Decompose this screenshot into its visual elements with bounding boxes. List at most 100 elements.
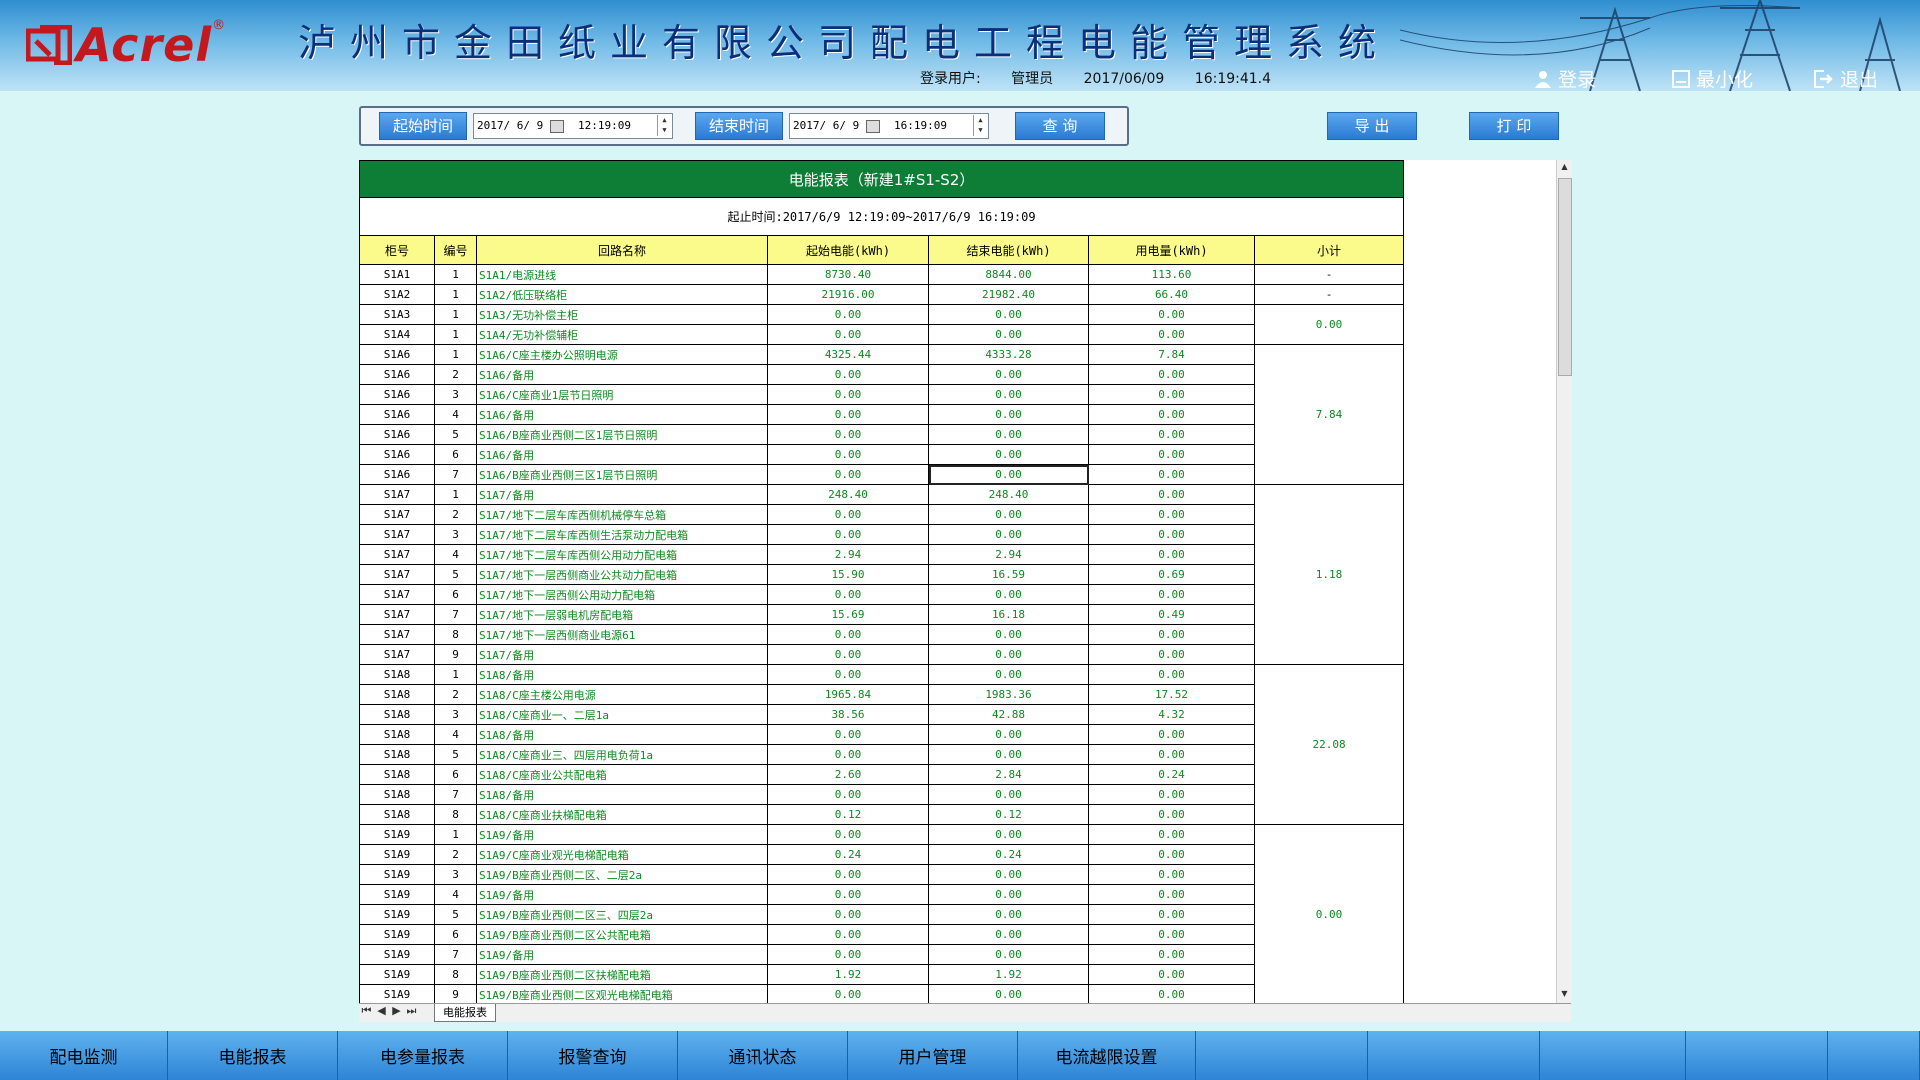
start-time-spinner[interactable]: ▲ ▼ bbox=[657, 115, 671, 136]
cabinet-id-cell: S1A7 bbox=[359, 504, 435, 525]
bottom-nav-item[interactable] bbox=[1540, 1031, 1686, 1080]
start-time-button[interactable]: 起始时间 bbox=[379, 112, 467, 140]
end-time-spinner[interactable]: ▲ ▼ bbox=[973, 115, 987, 136]
consumption-cell: 0.00 bbox=[1088, 804, 1255, 825]
table-row: S1A8 4 S1A8/备用 0.00 0.00 0.00 bbox=[359, 724, 1404, 745]
current-time: 16:19:41.4 bbox=[1194, 71, 1272, 87]
subtotal-cell: - bbox=[1253, 284, 1405, 305]
bottom-nav-item[interactable]: 电参量报表 bbox=[338, 1031, 508, 1080]
circuit-name-cell: S1A2/低压联络柜 bbox=[476, 284, 768, 305]
column-header: 回路名称 bbox=[476, 235, 768, 265]
circuit-name-cell: S1A7/地下一层西侧商业公共动力配电箱 bbox=[476, 564, 768, 585]
consumption-cell: 0.00 bbox=[1088, 644, 1255, 665]
consumption-cell: 0.00 bbox=[1088, 384, 1255, 405]
circuit-no-cell: 1 bbox=[434, 824, 477, 845]
circuit-name-cell: S1A7/备用 bbox=[476, 484, 768, 505]
scrollbar-thumb[interactable] bbox=[1558, 178, 1572, 376]
bottom-nav-item[interactable]: 用户管理 bbox=[848, 1031, 1018, 1080]
start-energy-cell: 248.40 bbox=[767, 484, 929, 505]
cabinet-id-cell: S1A9 bbox=[359, 964, 435, 985]
consumption-cell: 0.00 bbox=[1088, 984, 1255, 1003]
circuit-name-cell: S1A9/B座商业西侧二区观光电梯配电箱 bbox=[476, 984, 768, 1003]
consumption-cell: 0.00 bbox=[1088, 504, 1255, 525]
scroll-down-icon[interactable]: ▼ bbox=[1557, 989, 1572, 1001]
login-button[interactable]: 登录 bbox=[1534, 65, 1596, 91]
table-row: S1A7 9 S1A7/备用 0.00 0.00 0.00 bbox=[359, 644, 1404, 665]
circuit-no-cell: 7 bbox=[434, 464, 477, 485]
bottom-nav-item[interactable]: 电流越限设置 bbox=[1018, 1031, 1196, 1080]
report-header-row: 柜号 编号 回路名称 起始电能(kWh) 结束电能(kWh) 用电量(kWh) 小计 bbox=[359, 235, 1405, 265]
consumption-cell: 0.00 bbox=[1088, 544, 1255, 565]
minimize-icon bbox=[1672, 69, 1690, 88]
circuit-no-cell: 6 bbox=[434, 924, 477, 945]
app-header: Acrel ® 泸州市金田纸业有限公司配电工程电能管理系统 登录用户: 管理员 … bbox=[0, 0, 1920, 91]
table-row: S1A6 4 S1A6/备用 0.00 0.00 0.00 bbox=[359, 404, 1404, 425]
vertical-scrollbar[interactable]: ▲ ▼ bbox=[1556, 160, 1572, 1003]
table-row: S1A8 6 S1A8/C座商业公共配电箱 2.60 2.84 0.24 bbox=[359, 764, 1404, 785]
next-sheet-icon[interactable]: ▶ bbox=[389, 1004, 404, 1017]
start-energy-cell: 0.00 bbox=[767, 824, 929, 845]
system-title: 泸州市金田纸业有限公司配电工程电能管理系统 bbox=[298, 21, 1391, 65]
circuit-name-cell: S1A7/地下一层弱电机房配电箱 bbox=[476, 604, 768, 625]
prev-sheet-icon[interactable]: ◀ bbox=[374, 1004, 389, 1017]
end-datetime-field[interactable]: 2017/ 6/ 9 16:19:09 ▲ ▼ bbox=[789, 113, 989, 139]
circuit-no-cell: 9 bbox=[434, 644, 477, 665]
circuit-no-cell: 3 bbox=[434, 524, 477, 545]
table-row: S1A7 8 S1A7/地下一层西侧商业电源61 0.00 0.00 0.00 bbox=[359, 624, 1404, 645]
table-row: S1A9 6 S1A9/B座商业西侧二区公共配电箱 0.00 0.00 0.00 bbox=[359, 924, 1404, 945]
table-row: S1A3 1 S1A3/无功补偿主柜 0.00 0.00 0.00 0.00 bbox=[359, 304, 1405, 345]
consumption-cell: 0.00 bbox=[1088, 524, 1255, 545]
circuit-no-cell: 4 bbox=[434, 404, 477, 425]
start-energy-cell: 4325.44 bbox=[767, 344, 929, 365]
table-row: S1A8 8 S1A8/C座商业扶梯配电箱 0.12 0.12 0.00 bbox=[359, 804, 1404, 825]
bottom-nav-item[interactable] bbox=[1196, 1031, 1368, 1080]
minimize-button[interactable]: 最小化 bbox=[1672, 65, 1753, 91]
exit-button[interactable]: 退出 bbox=[1814, 65, 1878, 91]
circuit-name-cell: S1A9/C座商业观光电梯配电箱 bbox=[476, 844, 768, 865]
cabinet-id-cell: S1A6 bbox=[359, 464, 435, 485]
circuit-name-cell: S1A1/电源进线 bbox=[476, 264, 768, 285]
end-time-button[interactable]: 结束时间 bbox=[695, 112, 783, 140]
first-sheet-icon[interactable]: ⏮ bbox=[359, 1004, 374, 1018]
bottom-nav-item[interactable] bbox=[1828, 1031, 1920, 1080]
brand-name: Acrel bbox=[76, 18, 213, 72]
cabinet-id-cell: S1A9 bbox=[359, 904, 435, 925]
sheet-tab-energy-report[interactable]: 电能报表 bbox=[434, 1004, 496, 1022]
bottom-nav-item[interactable]: 配电监测 bbox=[0, 1031, 168, 1080]
table-row: S1A7 1 S1A7/备用 248.40 248.40 0.00 1.18 bbox=[359, 484, 1405, 665]
calendar-dropdown-icon[interactable] bbox=[550, 120, 564, 133]
bottom-nav-item[interactable]: 电能报表 bbox=[168, 1031, 338, 1080]
bottom-nav-item[interactable]: 报警查询 bbox=[508, 1031, 678, 1080]
consumption-cell: 0.00 bbox=[1088, 464, 1255, 485]
start-energy-cell: 0.00 bbox=[767, 744, 929, 765]
query-button[interactable]: 查 询 bbox=[1015, 112, 1105, 140]
cabinet-id-cell: S1A8 bbox=[359, 684, 435, 705]
report-viewport[interactable]: 电能报表（新建1#S1-S2） 起止时间:2017/6/9 12:19:09~20… bbox=[359, 160, 1569, 1003]
end-energy-cell: 248.40 bbox=[928, 484, 1089, 505]
circuit-no-cell: 4 bbox=[434, 884, 477, 905]
end-energy-cell: 0.00 bbox=[928, 384, 1089, 405]
calendar-dropdown-icon[interactable] bbox=[866, 120, 880, 133]
bottom-nav-item[interactable]: 通讯状态 bbox=[678, 1031, 848, 1080]
circuit-name-cell: S1A6/C座商业1层节日照明 bbox=[476, 384, 768, 405]
cabinet-id-cell: S1A7 bbox=[359, 644, 435, 665]
start-energy-cell: 2.94 bbox=[767, 544, 929, 565]
cabinet-id-cell: S1A8 bbox=[359, 704, 435, 725]
consumption-cell: 66.40 bbox=[1088, 284, 1255, 305]
last-sheet-icon[interactable]: ⏭ bbox=[404, 1004, 419, 1018]
column-header: 用电量(kWh) bbox=[1088, 235, 1255, 265]
scroll-up-icon[interactable]: ▲ bbox=[1557, 162, 1572, 174]
start-datetime-field[interactable]: 2017/ 6/ 9 12:19:09 ▲ ▼ bbox=[473, 113, 673, 139]
cabinet-id-cell: S1A8 bbox=[359, 784, 435, 805]
circuit-no-cell: 7 bbox=[434, 944, 477, 965]
bottom-nav-item[interactable] bbox=[1686, 1031, 1828, 1080]
export-button[interactable]: 导 出 bbox=[1327, 112, 1417, 140]
end-energy-cell: 0.00 bbox=[928, 884, 1089, 905]
report-time-range: 起止时间:2017/6/9 12:19:09~2017/6/9 16:19:09 bbox=[359, 197, 1405, 236]
end-energy-cell: 1983.36 bbox=[928, 684, 1089, 705]
print-button[interactable]: 打 印 bbox=[1469, 112, 1559, 140]
start-energy-cell: 1965.84 bbox=[767, 684, 929, 705]
subtotal-cell: 7.84 bbox=[1253, 344, 1405, 485]
bottom-nav-item[interactable] bbox=[1368, 1031, 1540, 1080]
circuit-name-cell: S1A6/备用 bbox=[476, 404, 768, 425]
